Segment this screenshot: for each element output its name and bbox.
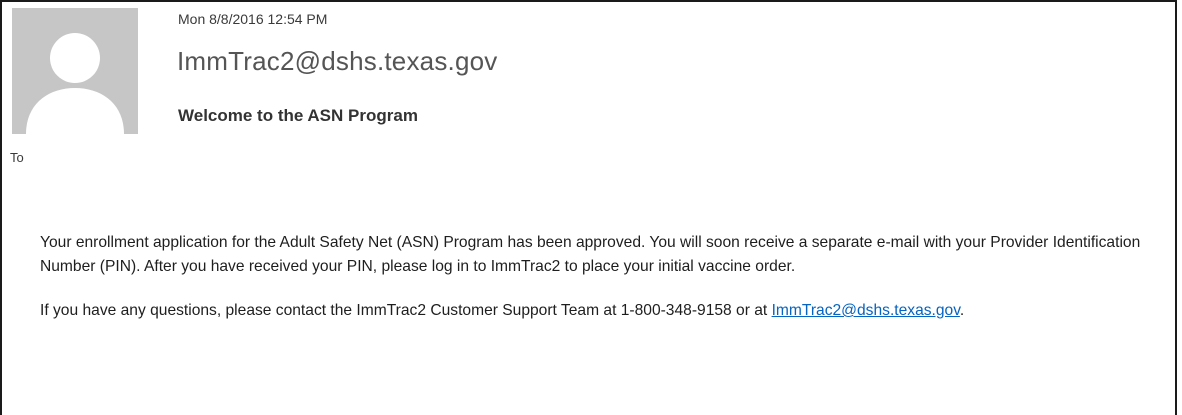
body-paragraph-contact: If you have any questions, please contac… (40, 299, 1160, 323)
sender-avatar (12, 8, 138, 134)
body-paragraph-approval: Your enrollment application for the Adul… (40, 234, 1141, 275)
email-message-pane: Mon 8/8/2016 12:54 PM ImmTrac2@dshs.texa… (0, 0, 1177, 415)
person-silhouette-icon (12, 8, 138, 134)
contact-text: If you have any questions, please contac… (40, 302, 772, 319)
to-label: To (10, 150, 24, 165)
message-body: Your enrollment application for the Adul… (40, 231, 1160, 323)
support-email-link[interactable]: ImmTrac2@dshs.texas.gov (772, 302, 960, 319)
message-sender[interactable]: ImmTrac2@dshs.texas.gov (177, 46, 497, 77)
contact-period: . (959, 302, 965, 319)
message-subject: Welcome to the ASN Program (178, 106, 418, 125)
message-date: Mon 8/8/2016 12:54 PM (178, 11, 328, 27)
